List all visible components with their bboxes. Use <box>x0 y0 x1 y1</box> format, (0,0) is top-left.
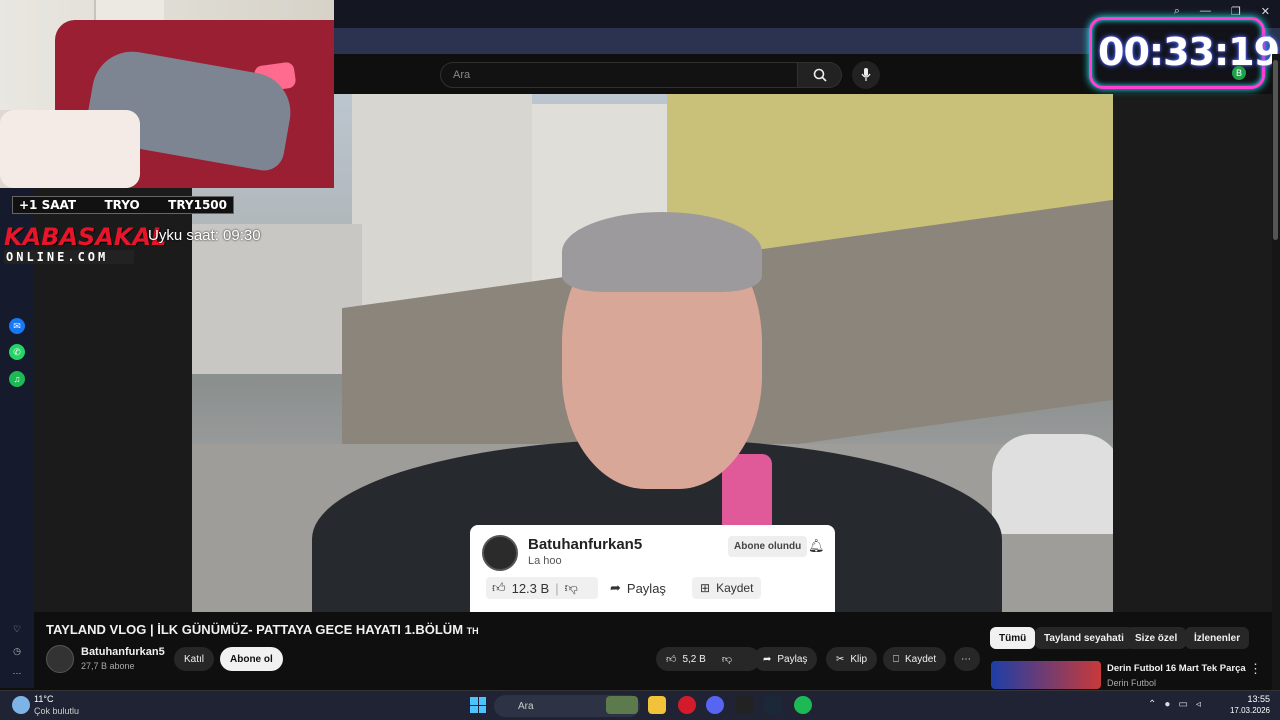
card-channel-name[interactable]: Batuhanfurkan5 <box>528 536 642 553</box>
search-button[interactable] <box>798 62 842 88</box>
share-label: Paylaş <box>626 580 666 596</box>
windows-taskbar: 11°C Çok bulutlu Ara ⌃ ● ▭ ◃ 13:55 17.03… <box>0 690 1280 720</box>
card-subtitle: La hoo <box>528 555 562 567</box>
video-title-text: TAYLAND VLOG | İLK GÜNÜMÜZ- PATTAYA GECE… <box>46 622 464 637</box>
goal-try1500: TRY1500 <box>168 198 227 212</box>
avatar[interactable] <box>482 535 518 571</box>
whatsapp-icon[interactable]: ✆ <box>9 344 25 360</box>
network-icon[interactable]: ▭ <box>1178 699 1187 710</box>
share-label: Paylaş <box>777 653 808 665</box>
channel-name[interactable]: Batuhanfurkan5 <box>81 646 165 658</box>
voice-search-button[interactable] <box>852 61 880 89</box>
video-title-suffix: TH <box>466 626 479 636</box>
subscriber-count: 27,7 B abone <box>81 661 135 671</box>
system-tray: ⌃ ● ▭ ◃ <box>1148 699 1201 710</box>
avatar[interactable] <box>46 645 74 673</box>
start-button[interactable] <box>470 697 486 713</box>
save-label: Kaydet <box>716 581 754 595</box>
sleep-time-label: Uyku saat: 09:30 <box>148 227 261 244</box>
goal-try: TRYO <box>104 198 140 212</box>
messenger-icon[interactable]: ✉ <box>9 318 25 334</box>
like-button[interactable]: 👍︎ 12.3 B | 👎︎ <box>486 577 598 599</box>
join-button[interactable]: Katıl <box>174 647 215 671</box>
like-count: 12.3 B <box>511 580 550 596</box>
weather-icon[interactable] <box>12 696 30 714</box>
logo-bottom: ONLINE.COM <box>4 250 134 264</box>
screen: ⌕ — ❐ ✕ ✎ ◙ ♡ ◔ ✉ ✆ ♫ ♡ ◷ ⋯ Ara <box>0 0 1280 720</box>
person-hoodie <box>722 454 772 534</box>
thumbs-up-icon[interactable]: 👍︎ <box>666 653 676 665</box>
recommended-thumbnail[interactable] <box>991 661 1101 689</box>
folder-icon[interactable] <box>648 696 666 714</box>
weather-temp[interactable]: 11°C <box>34 694 53 704</box>
logo-top: KABASAKAL <box>4 223 167 251</box>
discord-icon[interactable] <box>706 696 724 714</box>
scissors-icon: ✂ <box>836 653 845 665</box>
steam-icon[interactable] <box>764 696 782 714</box>
thumbs-up-icon: 👍︎ <box>492 580 506 595</box>
bell-icon[interactable]: 🔔︎ <box>808 538 825 554</box>
clock-time[interactable]: 13:55 <box>1226 694 1270 704</box>
status-badge: B <box>1232 66 1246 80</box>
volume-icon[interactable]: ◃ <box>1196 699 1201 710</box>
scrollbar-thumb[interactable] <box>1273 60 1278 240</box>
goal-bar: +1 SAAT TRYO TRY1500 <box>12 196 234 214</box>
share-button[interactable]: ➦ Paylaş <box>610 577 666 599</box>
clip-label: Klip <box>850 653 868 665</box>
thumbs-down-icon[interactable]: 👎︎ <box>722 653 732 665</box>
divider: | <box>555 580 559 596</box>
subscribed-button[interactable]: Abone olundu <box>728 536 808 557</box>
history-icon[interactable]: ◷ <box>9 643 25 659</box>
recommended-channel[interactable]: Derin Futbol <box>1107 678 1156 688</box>
app-icon[interactable] <box>736 696 754 714</box>
clip-button[interactable]: ✂ Klip <box>826 647 878 671</box>
goal-hour: +1 SAAT <box>19 198 77 212</box>
chip-thailand-travel[interactable]: Tayland seyahati <box>1035 627 1133 649</box>
chevron-up-icon[interactable]: ⌃ <box>1148 699 1156 710</box>
opera-icon[interactable] <box>678 696 696 714</box>
save-button[interactable]: ⎕ Kaydet <box>883 647 947 671</box>
save-label: Kaydet <box>905 653 937 665</box>
search-highlight-icon[interactable] <box>606 696 638 714</box>
bookmark-icon: ⎕ <box>893 653 899 665</box>
subscribe-button[interactable]: Abone ol <box>220 647 283 671</box>
building <box>192 224 362 374</box>
like-dislike-group: 👍︎ 5,2 B 👎︎ <box>656 647 760 671</box>
close-icon[interactable]: ✕ <box>1261 5 1270 18</box>
microphone-icon <box>861 68 871 81</box>
chip-watched[interactable]: İzlenenler <box>1185 627 1250 649</box>
add-icon: ⊞ <box>700 581 711 595</box>
clock-date[interactable]: 17.03.2026 <box>1222 706 1270 715</box>
spotify-icon[interactable] <box>794 696 812 714</box>
video-title: TAYLAND VLOG | İLK GÜNÜMÜZ- PATTAYA GECE… <box>46 622 479 637</box>
share-button[interactable]: ➦ Paylaş <box>753 647 818 671</box>
share-icon: ➦ <box>610 580 621 595</box>
spotify-icon[interactable]: ♫ <box>9 371 25 387</box>
person-hair <box>562 212 762 292</box>
more-icon[interactable]: ⋯ <box>9 665 25 681</box>
search-input[interactable]: Ara <box>440 62 798 88</box>
parked-car <box>992 434 1113 534</box>
chip-all[interactable]: Tümü <box>990 627 1036 649</box>
save-button[interactable]: ⊞ Kaydet <box>692 577 762 599</box>
like-count[interactable]: 5,2 B <box>682 654 705 665</box>
recommended-title[interactable]: Derin Futbol 16 Mart Tek Parça <box>1107 663 1246 674</box>
chip-for-you[interactable]: Size özel <box>1126 627 1187 649</box>
more-actions-button[interactable]: ⋯ <box>954 647 980 671</box>
heart-icon[interactable]: ♡ <box>9 621 25 637</box>
more-options-icon[interactable]: ⋮ <box>1249 661 1262 677</box>
webcam-overlay <box>0 0 334 188</box>
stream-timer: 00:33:19 <box>1098 30 1280 74</box>
floral-pillow <box>0 110 140 188</box>
weather-condition[interactable]: Çok bulutlu <box>34 706 79 716</box>
stream-logo: KABASAKAL ONLINE.COM <box>4 224 166 264</box>
share-icon: ➦ <box>763 653 772 665</box>
thumbs-down-icon[interactable]: 👎︎ <box>565 580 578 596</box>
channel-card: Batuhanfurkan5 La hoo Abone olundu 🔔︎ 👍︎… <box>470 525 835 612</box>
search-icon <box>813 68 827 82</box>
microphone-icon[interactable]: ● <box>1164 699 1170 710</box>
